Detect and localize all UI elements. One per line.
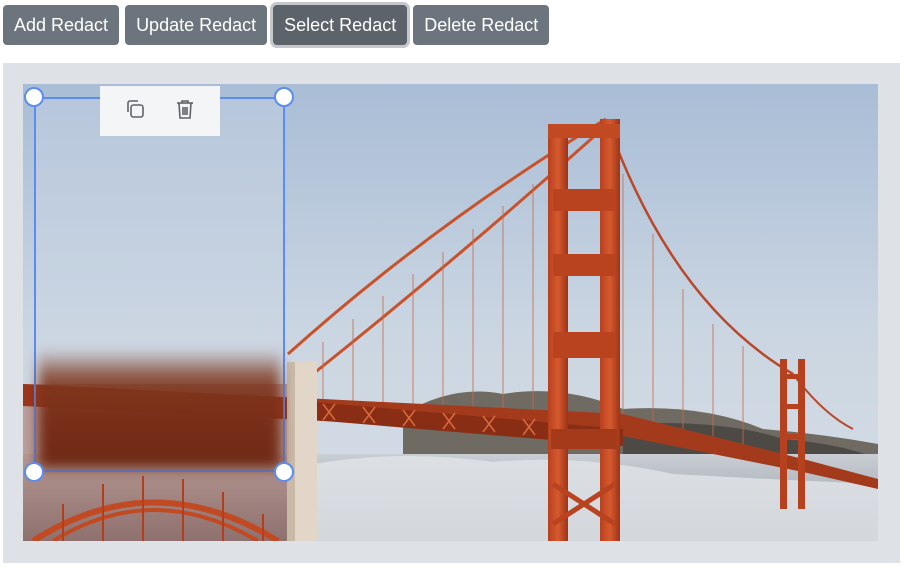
redaction-blur-haze bbox=[36, 99, 283, 359]
redaction-action-toolbar bbox=[100, 86, 220, 136]
add-redact-button[interactable]: Add Redact bbox=[3, 5, 120, 45]
redaction-blur-patch bbox=[38, 349, 281, 468]
update-redact-button[interactable]: Update Redact bbox=[125, 5, 268, 45]
resize-handle-bottom-left[interactable] bbox=[24, 462, 44, 482]
resize-handle-bottom-right[interactable] bbox=[274, 462, 294, 482]
duplicate-redaction-button[interactable] bbox=[119, 95, 151, 127]
redaction-region[interactable] bbox=[34, 97, 285, 472]
copy-icon bbox=[124, 98, 146, 125]
delete-redact-button[interactable]: Delete Redact bbox=[413, 5, 550, 45]
toolbar: Add Redact Update Redact Select Redact D… bbox=[3, 5, 550, 45]
select-redact-button[interactable]: Select Redact bbox=[273, 5, 408, 45]
resize-handle-top-left[interactable] bbox=[24, 87, 44, 107]
resize-handle-top-right[interactable] bbox=[274, 87, 294, 107]
trash-icon bbox=[174, 98, 196, 125]
delete-redaction-button[interactable] bbox=[169, 95, 201, 127]
